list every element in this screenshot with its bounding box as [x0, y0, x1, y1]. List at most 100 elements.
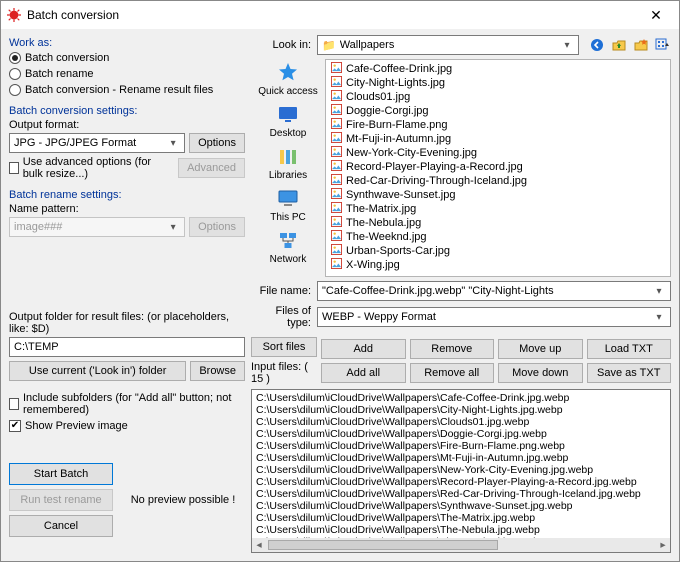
view-menu-icon[interactable] [655, 37, 671, 53]
input-file-path[interactable]: C:\Users\dilum\iCloudDrive\Wallpapers\Ne… [256, 464, 668, 476]
input-file-path[interactable]: C:\Users\dilum\iCloudDrive\Wallpapers\Do… [256, 428, 668, 440]
file-item[interactable]: Mt-Fuji-in-Autumn.jpg [330, 132, 666, 146]
preview-placeholder: No preview possible ! [121, 494, 245, 506]
save-txt-button[interactable]: Save as TXT [587, 363, 672, 383]
places-bar: Quick access Desktop Libraries This PC [251, 59, 325, 277]
horizontal-scrollbar[interactable]: ◂ ▸ [252, 538, 670, 552]
show-preview-checkbox[interactable]: ✔ Show Preview image [9, 419, 245, 433]
radio-batch-rename[interactable]: Batch rename [9, 67, 245, 81]
output-format-combo[interactable]: JPG - JPG/JPEG Format ▾ [9, 133, 185, 153]
scroll-thumb[interactable] [268, 540, 498, 550]
lookin-combo[interactable]: 📁 Wallpapers ▾ [317, 35, 579, 55]
file-item[interactable]: New-York-City-Evening.jpg [330, 146, 666, 160]
input-file-path[interactable]: C:\Users\dilum\iCloudDrive\Wallpapers\Sy… [256, 500, 668, 512]
close-button[interactable]: ✕ [639, 4, 673, 26]
browse-button[interactable]: Browse [190, 361, 245, 381]
input-file-path[interactable]: C:\Users\dilum\iCloudDrive\Wallpapers\Th… [256, 524, 668, 536]
input-file-path[interactable]: C:\Users\dilum\iCloudDrive\Wallpapers\Cl… [256, 416, 668, 428]
name-pattern-label: Name pattern: [9, 203, 245, 215]
file-item[interactable]: Record-Player-Playing-a-Record.jpg [330, 160, 666, 174]
input-file-path[interactable]: C:\Users\dilum\iCloudDrive\Wallpapers\Ca… [256, 392, 668, 404]
file-item[interactable]: The-Weeknd.jpg [330, 230, 666, 244]
file-item[interactable]: Doggie-Corgi.jpg [330, 104, 666, 118]
new-folder-icon[interactable] [633, 37, 649, 53]
include-subfolders-checkbox[interactable]: Include subfolders (for "Add all" button… [9, 391, 245, 417]
file-list[interactable]: Cafe-Coffee-Drink.jpgCity-Night-Lights.j… [325, 59, 671, 277]
file-type-label: Files of type: [251, 305, 311, 329]
file-item[interactable]: Synthwave-Sunset.jpg [330, 188, 666, 202]
input-file-path[interactable]: C:\Users\dilum\iCloudDrive\Wallpapers\Re… [256, 488, 668, 500]
move-up-button[interactable]: Move up [498, 339, 583, 359]
radio-batch-conversion-rename[interactable]: Batch conversion - Rename result files [9, 83, 245, 97]
cancel-button[interactable]: Cancel [9, 515, 113, 537]
app-icon [7, 8, 21, 22]
input-file-path[interactable]: C:\Users\dilum\iCloudDrive\Wallpapers\Th… [256, 512, 668, 524]
options2-button: Options [189, 217, 245, 237]
left-pane: Work as: Batch conversion Batch rename B… [9, 35, 245, 553]
file-name: The-Weeknd.jpg [346, 231, 427, 243]
use-current-button[interactable]: Use current ('Look in') folder [9, 361, 186, 381]
input-file-path[interactable]: C:\Users\dilum\iCloudDrive\Wallpapers\Re… [256, 476, 668, 488]
output-folder-input[interactable]: C:\TEMP [9, 337, 245, 357]
file-name-combo[interactable]: "Cafe-Coffee-Drink.jpg.webp" "City-Night… [317, 281, 671, 301]
back-icon[interactable] [589, 37, 605, 53]
place-quick-access[interactable]: Quick access [258, 61, 317, 97]
lookin-label: Look in: [251, 39, 311, 51]
input-files-list[interactable]: C:\Users\dilum\iCloudDrive\Wallpapers\Ca… [251, 389, 671, 553]
chevron-down-icon: ▾ [652, 312, 666, 323]
file-name: Doggie-Corgi.jpg [346, 105, 429, 117]
file-name: X-Wing.jpg [346, 259, 400, 271]
file-item[interactable]: X-Wing.jpg [330, 258, 666, 272]
sort-files-button[interactable]: Sort files [251, 337, 317, 357]
place-desktop[interactable]: Desktop [270, 103, 307, 139]
input-file-path[interactable]: C:\Users\dilum\iCloudDrive\Wallpapers\Fi… [256, 440, 668, 452]
file-type-combo[interactable]: WEBP - Weppy Format ▾ [317, 307, 671, 327]
image-file-icon [330, 216, 342, 230]
remove-all-button[interactable]: Remove all [410, 363, 495, 383]
file-item[interactable]: Cafe-Coffee-Drink.jpg [330, 62, 666, 76]
place-this-pc[interactable]: This PC [270, 187, 306, 223]
file-item[interactable]: Red-Car-Driving-Through-Iceland.jpg [330, 174, 666, 188]
run-test-rename-button: Run test rename [9, 489, 113, 511]
input-file-path[interactable]: C:\Users\dilum\iCloudDrive\Wallpapers\Ci… [256, 404, 668, 416]
name-pattern-value: image### [14, 221, 166, 233]
scroll-left-icon[interactable]: ◂ [252, 539, 266, 551]
conv-settings-label: Batch conversion settings: [9, 105, 245, 117]
folder-icon: 📁 [322, 39, 336, 52]
move-down-button[interactable]: Move down [498, 363, 583, 383]
add-all-button[interactable]: Add all [321, 363, 406, 383]
advanced-options-checkbox[interactable]: Use advanced options (for bulk resize...… [9, 155, 174, 181]
file-item[interactable]: Urban-Sports-Car.jpg [330, 244, 666, 258]
up-one-level-icon[interactable] [611, 37, 627, 53]
image-file-icon [330, 76, 342, 90]
file-item[interactable]: The-Matrix.jpg [330, 202, 666, 216]
place-label: Desktop [270, 128, 307, 139]
lookin-value: Wallpapers [340, 39, 560, 51]
radio-batch-conversion[interactable]: Batch conversion [9, 51, 245, 65]
image-file-icon [330, 258, 342, 272]
start-batch-button[interactable]: Start Batch [9, 463, 113, 485]
scroll-right-icon[interactable]: ▸ [656, 539, 670, 551]
file-name: Fire-Burn-Flame.png [346, 119, 447, 131]
options-button[interactable]: Options [189, 133, 245, 153]
image-file-icon [330, 230, 342, 244]
dialog-window: Batch conversion ✕ Work as: Batch conver… [0, 0, 680, 562]
checkbox-icon: ✔ [9, 420, 21, 432]
file-item[interactable]: The-Nebula.jpg [330, 216, 666, 230]
place-libraries[interactable]: Libraries [269, 145, 307, 181]
add-button[interactable]: Add [321, 339, 406, 359]
input-file-path[interactable]: C:\Users\dilum\iCloudDrive\Wallpapers\Mt… [256, 452, 668, 464]
remove-button[interactable]: Remove [410, 339, 495, 359]
file-name: Urban-Sports-Car.jpg [346, 245, 450, 257]
place-network[interactable]: Network [270, 229, 307, 265]
file-item[interactable]: Clouds01.jpg [330, 90, 666, 104]
file-name: Cafe-Coffee-Drink.jpg [346, 63, 452, 75]
right-pane: Look in: 📁 Wallpapers ▾ Quick [251, 35, 671, 553]
window-title: Batch conversion [27, 8, 639, 22]
file-item[interactable]: Fire-Burn-Flame.png [330, 118, 666, 132]
load-txt-button[interactable]: Load TXT [587, 339, 672, 359]
place-label: Libraries [269, 170, 307, 181]
file-item[interactable]: City-Night-Lights.jpg [330, 76, 666, 90]
titlebar: Batch conversion ✕ [1, 1, 679, 29]
checkbox-icon [9, 398, 19, 410]
